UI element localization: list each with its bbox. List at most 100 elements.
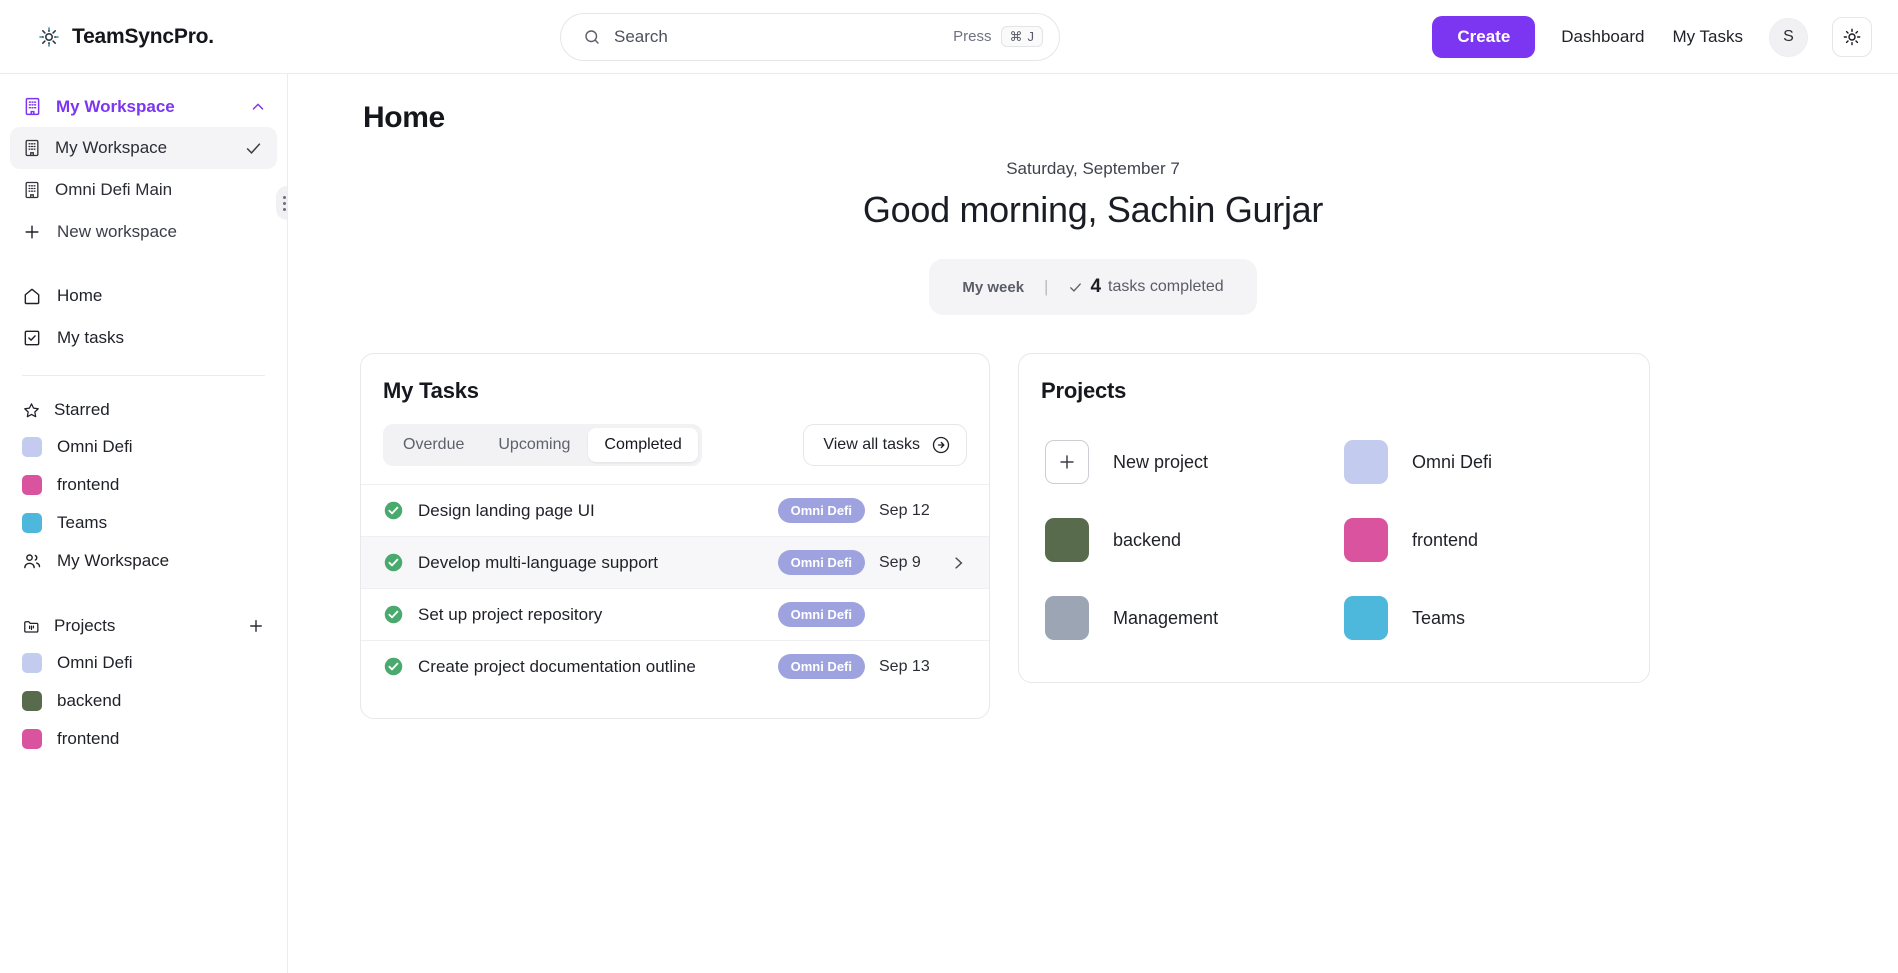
project-label: Management <box>1113 607 1219 628</box>
search-icon <box>585 29 599 44</box>
checkbox-icon <box>24 330 40 346</box>
avatar[interactable]: S <box>1769 17 1808 57</box>
starred-item-frontend[interactable]: frontend <box>10 466 277 504</box>
color-swatch <box>22 729 42 749</box>
workspace-item-label: Omni Defi Main <box>55 180 173 199</box>
task-name: Create project documentation outline <box>418 656 696 676</box>
sidebar: My Workspace My Workspace Omni Defi Main… <box>0 74 288 973</box>
task-filter-tabs: Overdue Upcoming Completed <box>383 424 702 466</box>
building-icon <box>25 181 39 199</box>
workspace-switcher-header[interactable]: My Workspace <box>0 86 287 127</box>
chevron-up-icon[interactable] <box>249 98 267 116</box>
project-card-management[interactable]: Management <box>1045 582 1324 654</box>
nav-dashboard[interactable]: Dashboard <box>1559 23 1646 51</box>
my-week-toggle[interactable]: My week <box>962 279 1024 296</box>
avatar-initial: S <box>1783 28 1794 45</box>
plus-icon[interactable] <box>247 617 265 635</box>
sidebar-section-projects[interactable]: Projects <box>0 608 287 644</box>
tab-completed[interactable]: Completed <box>588 428 698 462</box>
my-tasks-card: My Tasks Overdue Upcoming Completed View… <box>360 353 990 719</box>
plus-icon <box>1045 440 1089 484</box>
people-icon <box>24 554 41 569</box>
table-row[interactable]: Design landing page UI Omni Defi Sep 12 <box>361 484 989 536</box>
task-due-date: Sep 12 <box>879 501 930 519</box>
task-completed-icon[interactable] <box>383 552 404 573</box>
section-title: Starred <box>54 400 110 419</box>
view-all-tasks-button[interactable]: View all tasks <box>803 424 967 466</box>
search-shortcut-hint: Press ⌘ J <box>953 26 1043 47</box>
sidebar-section-starred[interactable]: Starred <box>0 392 287 428</box>
tab-upcoming[interactable]: Upcoming <box>482 428 586 462</box>
sun-icon <box>1843 28 1861 46</box>
workspace-item-omni-defi-main[interactable]: Omni Defi Main <box>10 169 277 211</box>
stat-separator: | <box>1044 277 1049 296</box>
sidebar-item-my-tasks[interactable]: My tasks <box>10 317 277 359</box>
workspace-item-my-workspace[interactable]: My Workspace <box>10 127 277 169</box>
sidebar-resize-handle[interactable] <box>276 186 287 220</box>
project-label: New project <box>1113 451 1209 472</box>
color-swatch <box>22 691 42 711</box>
project-badge: Omni Defi <box>777 602 865 627</box>
project-badge: Omni Defi <box>777 654 865 679</box>
project-label: Omni Defi <box>57 653 133 672</box>
tab-overdue[interactable]: Overdue <box>387 428 480 462</box>
starred-item-my-workspace[interactable]: My Workspace <box>10 542 277 580</box>
new-project-button[interactable]: New project <box>1045 426 1324 498</box>
chevron-right-icon[interactable] <box>949 554 967 572</box>
project-card-omni-defi[interactable]: Omni Defi <box>1344 426 1623 498</box>
task-completed-icon[interactable] <box>383 500 404 521</box>
search-container: Press ⌘ J <box>560 12 1060 61</box>
starred-item-omni-defi[interactable]: Omni Defi <box>10 428 277 466</box>
project-badge: Omni Defi <box>777 498 865 523</box>
tasks-completed-label: tasks completed <box>1108 278 1224 295</box>
greeting-block: Saturday, September 7 Good morning, Sach… <box>328 159 1858 231</box>
new-workspace-button[interactable]: New workspace <box>10 211 277 253</box>
check-icon <box>246 142 261 154</box>
task-completed-icon[interactable] <box>383 604 404 625</box>
new-workspace-label: New workspace <box>57 222 177 241</box>
cmd-key-glyph: ⌘ <box>1009 29 1023 44</box>
table-row[interactable]: Set up project repository Omni Defi <box>361 588 989 640</box>
table-row[interactable]: Create project documentation outline Omn… <box>361 640 989 692</box>
gear-sparkle-icon <box>39 26 59 47</box>
project-label: Teams <box>1412 607 1466 628</box>
theme-toggle-button[interactable] <box>1832 17 1872 57</box>
starred-item-teams[interactable]: Teams <box>10 504 277 542</box>
sidebar-project-frontend[interactable]: frontend <box>10 720 277 758</box>
sidebar-item-label: My tasks <box>57 328 125 347</box>
table-row[interactable]: Develop multi-language support Omni Defi… <box>361 536 989 588</box>
projects-card-title: Projects <box>1041 378 1127 403</box>
project-card-backend[interactable]: backend <box>1045 504 1324 576</box>
workspace-item-label: My Workspace <box>55 138 168 157</box>
sidebar-item-home[interactable]: Home <box>10 275 277 317</box>
search-box[interactable]: Press ⌘ J <box>560 12 1060 61</box>
create-button[interactable]: Create <box>1432 16 1536 58</box>
sidebar-divider <box>22 375 265 376</box>
sidebar-project-omni-defi[interactable]: Omni Defi <box>10 644 277 682</box>
sidebar-project-backend[interactable]: backend <box>10 682 277 720</box>
press-label: Press <box>953 28 992 45</box>
task-completed-icon[interactable] <box>383 656 404 677</box>
view-all-tasks-label: View all tasks <box>823 436 920 453</box>
my-tasks-card-title: My Tasks <box>383 378 479 403</box>
brand-logo[interactable]: TeamSyncPro. <box>0 25 288 49</box>
page-title: Home <box>363 101 445 134</box>
project-color-tile <box>1045 596 1089 640</box>
nav-my-tasks[interactable]: My Tasks <box>1670 23 1745 51</box>
project-card-teams[interactable]: Teams <box>1344 582 1623 654</box>
check-icon <box>1070 282 1082 292</box>
project-color-tile <box>1045 518 1089 562</box>
project-card-frontend[interactable]: frontend <box>1344 504 1623 576</box>
starred-item-label: Omni Defi <box>57 437 133 456</box>
section-title: Projects <box>54 616 116 635</box>
keyboard-shortcut-badge: ⌘ J <box>1000 26 1043 47</box>
top-bar-actions: Create Dashboard My Tasks S <box>1432 0 1872 74</box>
j-key-glyph: J <box>1027 29 1035 44</box>
my-tasks-toolbar: Overdue Upcoming Completed View all task… <box>361 404 989 484</box>
color-swatch <box>22 513 42 533</box>
starred-item-label: Teams <box>57 513 108 532</box>
project-badge: Omni Defi <box>777 550 865 575</box>
sidebar-item-label: Home <box>57 286 103 305</box>
search-input[interactable] <box>614 26 954 47</box>
workspace-header-label: My Workspace <box>56 96 175 116</box>
